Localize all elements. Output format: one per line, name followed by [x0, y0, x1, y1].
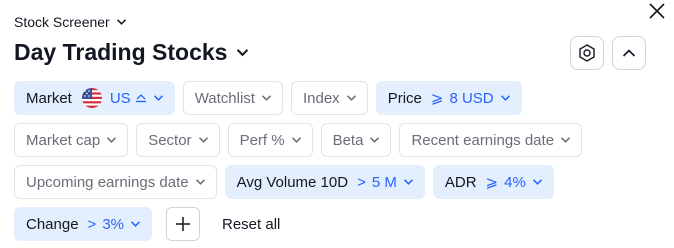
filter-operator: ⩾	[430, 90, 444, 107]
market-cap-filter[interactable]: Market cap	[14, 123, 129, 157]
chevron-down-icon	[346, 94, 357, 102]
chevron-down-icon	[403, 178, 414, 186]
filter-row: Change > 3% Reset all	[14, 207, 280, 241]
filter-value: 5 M	[371, 173, 397, 191]
screen-title-button[interactable]: Day Trading Stocks	[14, 36, 249, 68]
page-title: Day Trading Stocks	[14, 38, 228, 65]
market-filter[interactable]: Market US	[14, 81, 175, 115]
add-filter-button[interactable]	[166, 207, 200, 241]
filter-operator: >	[357, 173, 366, 191]
watchlist-filter[interactable]: Watchlist	[182, 81, 283, 115]
change-filter[interactable]: Change > 3%	[14, 207, 152, 241]
upcoming-earnings-filter[interactable]: Upcoming earnings date	[14, 165, 217, 199]
adr-filter[interactable]: ADR ⩾ 4%	[432, 165, 554, 199]
filter-value: 3%	[102, 215, 124, 233]
recent-earnings-filter[interactable]: Recent earnings date	[399, 123, 583, 157]
chevron-down-icon	[130, 220, 141, 228]
chevron-down-icon	[106, 136, 117, 144]
chevron-down-icon	[195, 178, 206, 186]
market-value: US	[110, 90, 147, 107]
settings-button[interactable]	[570, 36, 604, 70]
filter-label: Recent earnings date	[411, 131, 555, 149]
filter-row: Upcoming earnings date Avg Volume 10D > …	[14, 165, 562, 199]
filter-label: Market	[26, 89, 72, 107]
filter-label: ADR	[444, 173, 477, 191]
chevron-up-icon	[622, 49, 636, 57]
filter-operator: ⩾	[485, 174, 499, 191]
price-filter[interactable]: Price ⩾ 8 USD	[375, 81, 522, 115]
close-icon	[649, 3, 665, 19]
chevron-down-icon	[369, 136, 380, 144]
reset-all-button[interactable]: Reset all	[222, 216, 280, 233]
beta-filter[interactable]: Beta	[320, 123, 392, 157]
chevron-down-icon	[532, 178, 543, 186]
filter-value: 8 USD	[449, 89, 494, 107]
filter-row: Market cap Sector Perf % Beta Recent ear…	[14, 123, 590, 157]
filter-label: Beta	[332, 131, 364, 149]
filter-label: Price	[387, 89, 422, 107]
index-filter[interactable]: Index	[290, 81, 368, 115]
filter-label: Change	[26, 215, 79, 233]
filter-label: Watchlist	[194, 89, 255, 107]
market-value-text: US	[109, 89, 131, 107]
filter-label: Upcoming earnings date	[26, 173, 189, 191]
settings-hexagon-icon	[579, 44, 595, 62]
us-flag-icon	[81, 88, 102, 108]
filter-label: Avg Volume 10D	[236, 173, 349, 191]
plus-icon	[176, 217, 190, 231]
chevron-down-icon	[116, 18, 127, 26]
close-button[interactable]	[646, 0, 668, 22]
chevron-down-icon	[560, 136, 571, 144]
filter-label: Market cap	[26, 131, 101, 149]
chevron-down-icon	[261, 94, 272, 102]
chevron-down-icon	[236, 48, 249, 57]
filter-label: Index	[302, 89, 340, 107]
collapse-button[interactable]	[612, 36, 646, 70]
screener-label: Stock Screener	[14, 14, 110, 30]
screener-menu-button[interactable]: Stock Screener	[14, 12, 127, 32]
exchange-icon	[135, 93, 147, 103]
filter-operator: >	[87, 215, 97, 233]
filter-label: Sector	[148, 131, 192, 149]
sector-filter[interactable]: Sector	[136, 123, 220, 157]
chevron-down-icon	[153, 94, 164, 102]
filter-row: Market US Watchlist Index Price ⩾ 8 USD	[14, 81, 530, 115]
chevron-down-icon	[198, 136, 209, 144]
chevron-down-icon	[500, 94, 511, 102]
avg-volume-filter[interactable]: Avg Volume 10D > 5 M	[224, 165, 425, 199]
filter-label: Perf %	[239, 131, 285, 149]
filter-value: 4%	[504, 173, 526, 191]
chevron-down-icon	[291, 136, 302, 144]
perf-filter[interactable]: Perf %	[227, 123, 313, 157]
